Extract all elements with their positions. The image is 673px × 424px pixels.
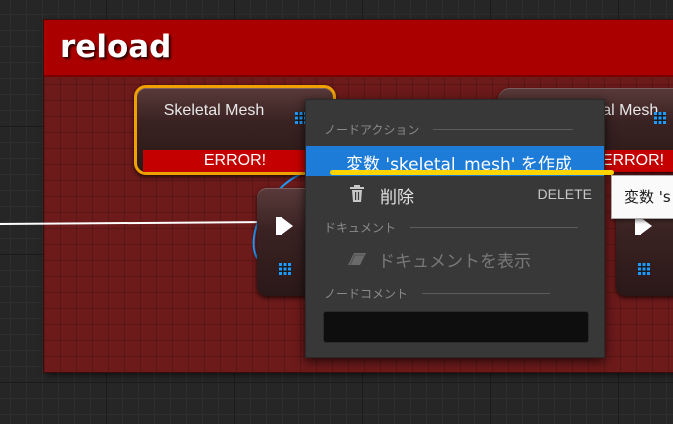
show-document-item[interactable]: ドキュメントを表示 [306, 243, 604, 273]
divider [422, 293, 551, 294]
grid-icon[interactable] [279, 263, 291, 275]
node-comment-input[interactable] [323, 311, 589, 343]
comment-header[interactable]: reload [44, 20, 673, 77]
tooltip: 変数 's [611, 175, 673, 219]
section-node-actions: ノードアクション [324, 121, 574, 138]
delete-item[interactable]: 削除 DELETE [306, 179, 604, 209]
tooltip-text: 変数 's [624, 188, 671, 206]
document-icon [348, 253, 366, 266]
node-label: Skeletal Mesh [163, 102, 265, 119]
section-label: ノードコメント [324, 287, 409, 301]
divider [410, 227, 579, 228]
exec-pin-icon[interactable] [635, 217, 652, 235]
trash-icon [350, 185, 364, 202]
section-label: ドキュメント [324, 221, 397, 235]
grid-icon[interactable] [638, 263, 650, 275]
error-bar: ERROR! [143, 150, 327, 172]
section-label: ノードアクション [324, 123, 420, 137]
section-documents: ドキュメント [324, 219, 579, 236]
delete-shortcut: DELETE [537, 186, 592, 202]
grid-icon [654, 112, 666, 124]
annotation-underline [330, 170, 614, 175]
comment-title: reload [60, 29, 172, 65]
exec-pin-icon[interactable] [276, 217, 293, 235]
section-node-comment: ノードコメント [324, 285, 551, 302]
show-document-label: ドキュメントを表示 [378, 252, 531, 272]
divider [433, 129, 574, 130]
context-menu[interactable]: ノードアクション 変数 'skeletal_mesh' を作成 削除 DELET… [305, 99, 605, 358]
delete-label: 削除 [380, 188, 414, 208]
